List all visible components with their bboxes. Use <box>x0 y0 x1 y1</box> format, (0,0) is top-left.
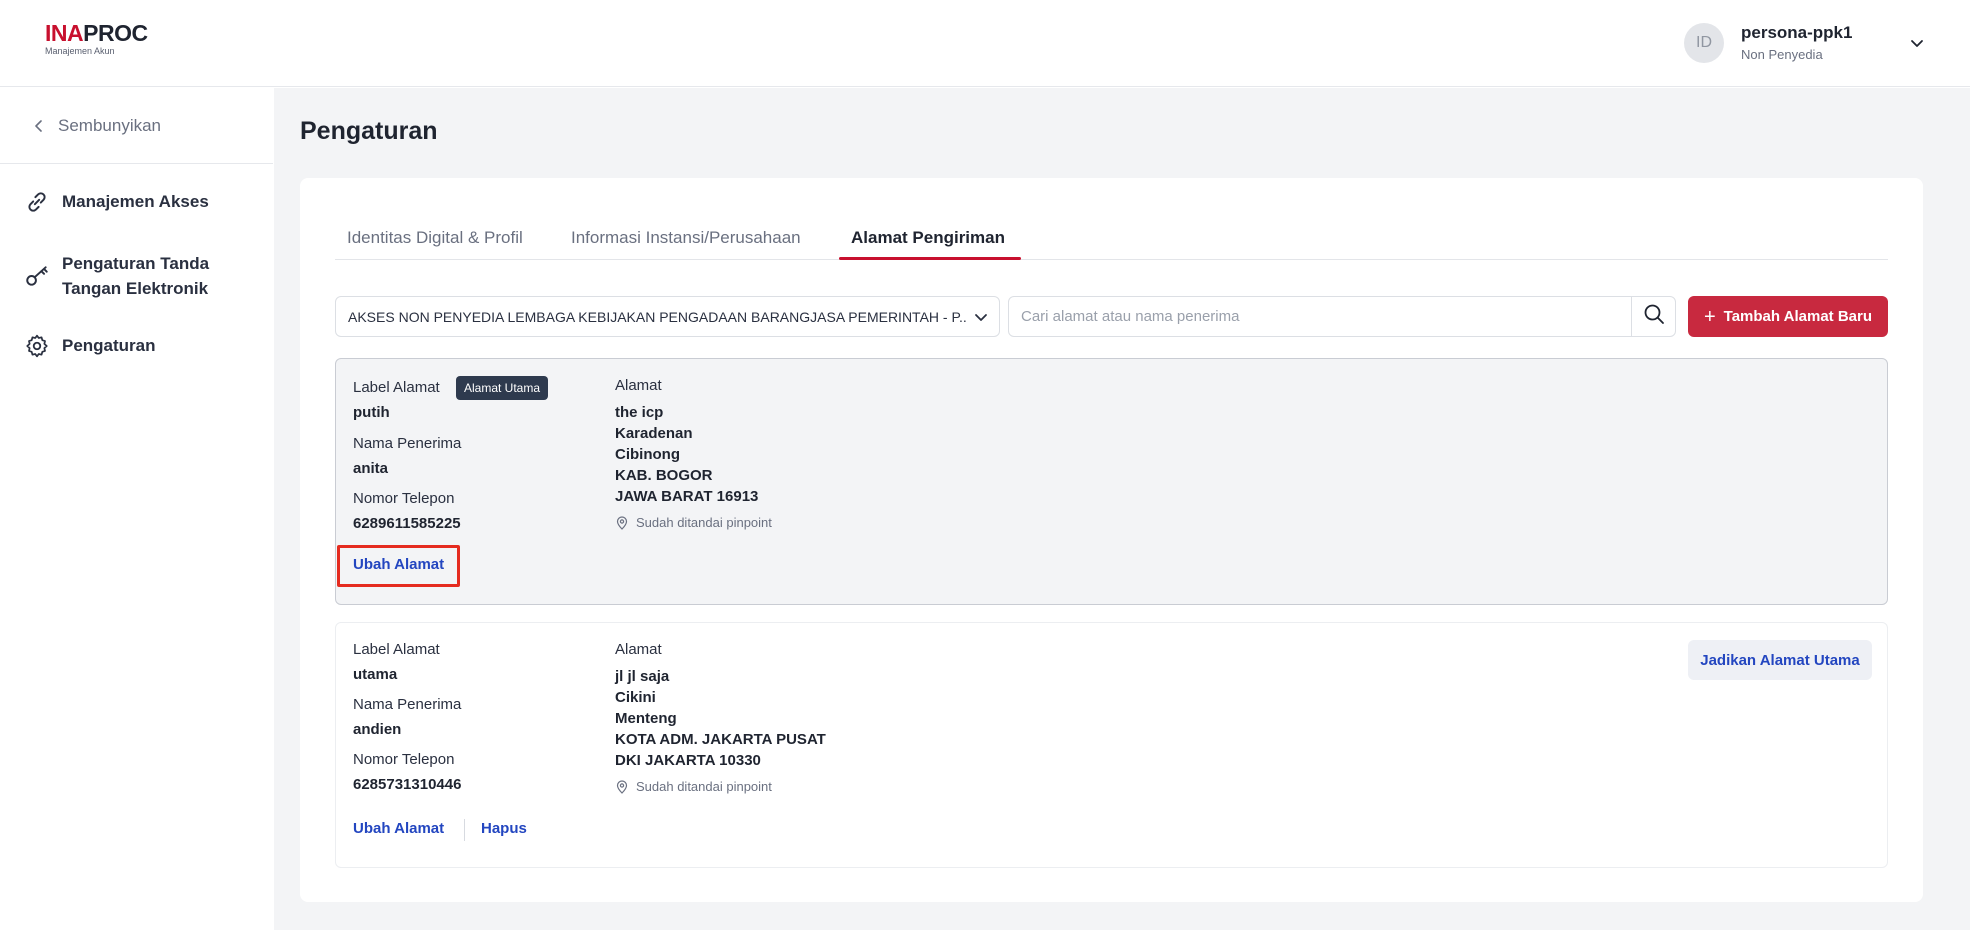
active-tab-indicator <box>839 257 1021 260</box>
address-label-heading: Label Alamat <box>353 379 440 396</box>
sidebar-item-pengaturan[interactable]: Pengaturan <box>0 333 273 359</box>
phone-heading: Nomor Telepon <box>353 751 455 768</box>
make-primary-button[interactable]: Jadikan Alamat Utama <box>1688 640 1872 680</box>
address-line: JAWA BARAT 16913 <box>615 488 759 505</box>
address-card-primary: Label Alamat Alamat Utama putih Nama Pen… <box>335 358 1888 605</box>
address-search <box>1008 296 1676 337</box>
search-button[interactable] <box>1631 297 1675 336</box>
phone-value: 6289611585225 <box>353 515 461 532</box>
pinpoint-status: Sudah ditandai pinpoint <box>615 779 772 794</box>
chevron-down-icon[interactable] <box>1906 32 1928 54</box>
logo-wordmark: INAPROC <box>45 20 148 46</box>
primary-address-badge: Alamat Utama <box>456 376 549 400</box>
user-name: persona-ppk1 <box>1741 23 1853 42</box>
recipient-value: anita <box>353 460 389 477</box>
pinpoint-text: Sudah ditandai pinpoint <box>636 779 772 794</box>
sidebar-item-label: Pengaturan Tanda Tangan Elektronik <box>62 254 210 298</box>
address-card: Label Alamat utama Nama Penerima andien … <box>335 622 1888 868</box>
settings-card: Identitas Digital & Profil Informasi Ins… <box>300 178 1923 902</box>
tab-bar: Identitas Digital & Profil Informasi Ins… <box>335 218 1888 260</box>
address-line: Cibinong <box>615 446 680 463</box>
add-address-button[interactable]: + Tambah Alamat Baru <box>1688 296 1888 337</box>
avatar: ID <box>1684 23 1724 63</box>
address-label-value: putih <box>353 404 390 421</box>
address-line: Karadenan <box>615 425 693 442</box>
sidebar-item-label: Pengaturan <box>62 336 156 355</box>
organization-select[interactable]: AKSES NON PENYEDIA LEMBAGA KEBIJAKAN PEN… <box>335 296 1000 337</box>
map-pin-icon <box>615 515 629 530</box>
map-pin-icon <box>615 779 629 794</box>
sidebar: Sembunyikan Manajemen Akses Pengaturan T… <box>0 88 273 930</box>
tab-alamat-pengiriman[interactable]: Alamat Pengiriman <box>851 228 1005 248</box>
sidebar-item-label: Manajemen Akses <box>62 192 209 211</box>
recipient-heading: Nama Penerima <box>353 435 462 452</box>
edit-address-button[interactable]: Ubah Alamat <box>353 556 444 573</box>
user-role: Non Penyedia <box>1741 47 1823 62</box>
sidebar-item-manajemen-akses[interactable]: Manajemen Akses <box>0 189 273 215</box>
phone-value: 6285731310446 <box>353 776 462 793</box>
key-icon <box>24 263 50 289</box>
address-lines: jl jl saja Cikini Menteng KOTA ADM. JAKA… <box>615 666 826 771</box>
search-icon <box>1643 303 1665 330</box>
address-lines: the icp Karadenan Cibinong KAB. BOGOR JA… <box>615 402 758 507</box>
sidebar-item-tanda-tangan[interactable]: Pengaturan Tanda Tangan Elektronik <box>0 251 273 301</box>
recipient-heading: Nama Penerima <box>353 696 462 713</box>
gear-icon <box>24 333 50 359</box>
address-line: DKI JAKARTA 10330 <box>615 752 761 769</box>
address-label-value: utama <box>353 666 398 683</box>
add-address-label: Tambah Alamat Baru <box>1723 308 1873 325</box>
tab-identitas-digital[interactable]: Identitas Digital & Profil <box>347 228 523 248</box>
address-line: Cikini <box>615 689 656 706</box>
tab-informasi-instansi[interactable]: Informasi Instansi/Perusahaan <box>571 228 801 248</box>
page-title: Pengaturan <box>300 117 438 145</box>
phone-heading: Nomor Telepon <box>353 490 455 507</box>
inaproc-logo[interactable]: INAPROC Manajemen Akun <box>45 20 148 57</box>
top-bar: INAPROC Manajemen Akun ID persona-ppk1 N… <box>0 0 1970 87</box>
address-label-heading: Label Alamat <box>353 641 440 658</box>
delete-address-button[interactable]: Hapus <box>481 820 527 837</box>
plus-icon: + <box>1703 305 1716 328</box>
logo-subtitle: Manajemen Akun <box>45 46 115 56</box>
recipient-value: andien <box>353 721 402 738</box>
edit-address-button[interactable]: Ubah Alamat <box>353 820 444 837</box>
organization-select-value: AKSES NON PENYEDIA LEMBAGA KEBIJAKAN PEN… <box>348 308 968 325</box>
address-line: Menteng <box>615 710 677 727</box>
chevron-left-icon <box>32 117 50 135</box>
search-input[interactable] <box>1009 297 1629 336</box>
address-line: KAB. BOGOR <box>615 467 713 484</box>
main-content: Pengaturan Identitas Digital & Profil In… <box>274 88 1970 930</box>
hide-sidebar-label: Sembunyikan <box>58 115 162 135</box>
chevron-down-icon <box>973 309 989 325</box>
hide-sidebar-button[interactable]: Sembunyikan <box>0 88 273 164</box>
pinpoint-status: Sudah ditandai pinpoint <box>615 515 772 530</box>
user-menu[interactable]: ID persona-ppk1 Non Penyedia <box>1684 22 1934 64</box>
link-icon <box>24 189 50 215</box>
address-heading: Alamat <box>615 377 662 394</box>
address-heading: Alamat <box>615 641 662 658</box>
address-line: KOTA ADM. JAKARTA PUSAT <box>615 731 826 748</box>
address-line: jl jl saja <box>615 668 670 685</box>
pinpoint-text: Sudah ditandai pinpoint <box>636 515 772 530</box>
address-line: the icp <box>615 404 664 421</box>
action-divider <box>464 819 465 841</box>
